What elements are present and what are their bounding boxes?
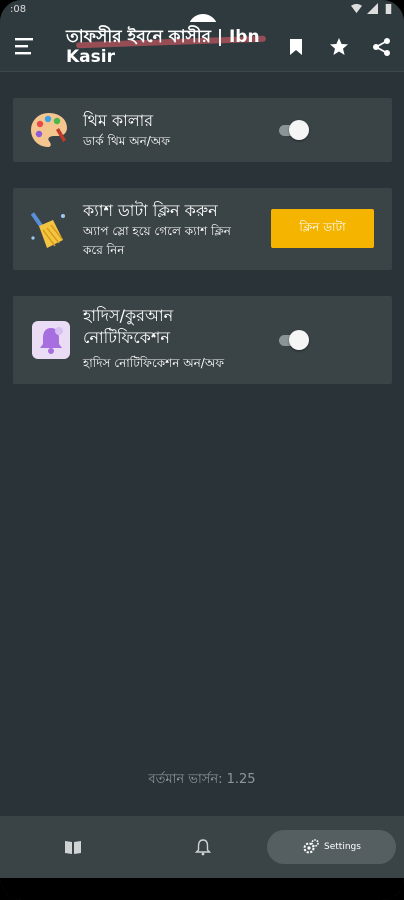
notification-bell-icon [32,321,70,359]
nav-settings[interactable]: Settings [267,830,396,864]
version-text: বর্তমান ভার্সন: 1.25 [148,772,256,787]
nav-settings-label: Settings [324,842,361,852]
app-title-text: তাফসীর ইবনে কাসীর | Ibn Kasir [66,27,260,67]
signal-icon [367,3,378,14]
notification-toggle[interactable] [277,330,309,350]
settings-icon [303,839,319,854]
broom-icon [30,212,65,248]
phone-screen: :08 তাফসীর ইবনে কাসীর | Ibn Kasir থিম কা… [0,0,404,900]
notification-card: হাদিস/কুরআন নোটিফিকেশন হাদিস নোটিফিকেশন … [13,296,392,384]
palette-icon [31,113,67,147]
nav-notifications[interactable] [188,830,218,864]
system-home-bar [0,878,404,900]
status-bar: :08 [0,0,404,44]
cache-clean-card: ক্যাশ ডাটা ক্লিন করুন অ্যাপ স্লো হয়ে গে… [13,188,392,270]
toggle-knob [289,330,309,350]
share-icon[interactable] [372,37,392,57]
cache-clean-subtitle: অ্যাপ স্লো হয়ে গেলে ক্যাশ ক্লিন করে নিন [83,224,231,257]
menu-icon[interactable] [14,36,36,56]
nav-quran[interactable] [58,830,88,864]
battery-icon [385,3,392,14]
theme-toggle[interactable] [277,120,309,140]
app-bar: তাফসীর ইবনে কাসীর | Ibn Kasir [0,22,404,72]
theme-color-title: থিম কালার [83,111,154,130]
wifi-icon [351,3,362,14]
notification-subtitle: হাদিস নোটিফিকেশন অন/অফ [83,356,225,370]
status-icons [351,3,394,14]
status-time: :08 [10,4,27,15]
star-icon[interactable] [329,37,349,57]
clean-data-button[interactable]: ক্লিন ডাটা [271,209,374,248]
bottom-navigation: Settings [0,816,404,878]
theme-color-subtitle: ডার্ক থিম অন/অফ [83,134,170,148]
toggle-knob [289,120,309,140]
cache-clean-title: ক্যাশ ডাটা ক্লিন করুন [83,201,218,220]
bookmark-icon[interactable] [286,37,306,57]
theme-color-card: থিম কালার ডার্ক থিম অন/অফ [13,98,392,162]
app-title: তাফসীর ইবনে কাসীর | Ibn Kasir [66,27,286,67]
notification-title: হাদিস/কুরআন নোটিফিকেশন [83,306,174,347]
quran-book-icon [65,841,81,854]
bell-icon [194,839,212,856]
